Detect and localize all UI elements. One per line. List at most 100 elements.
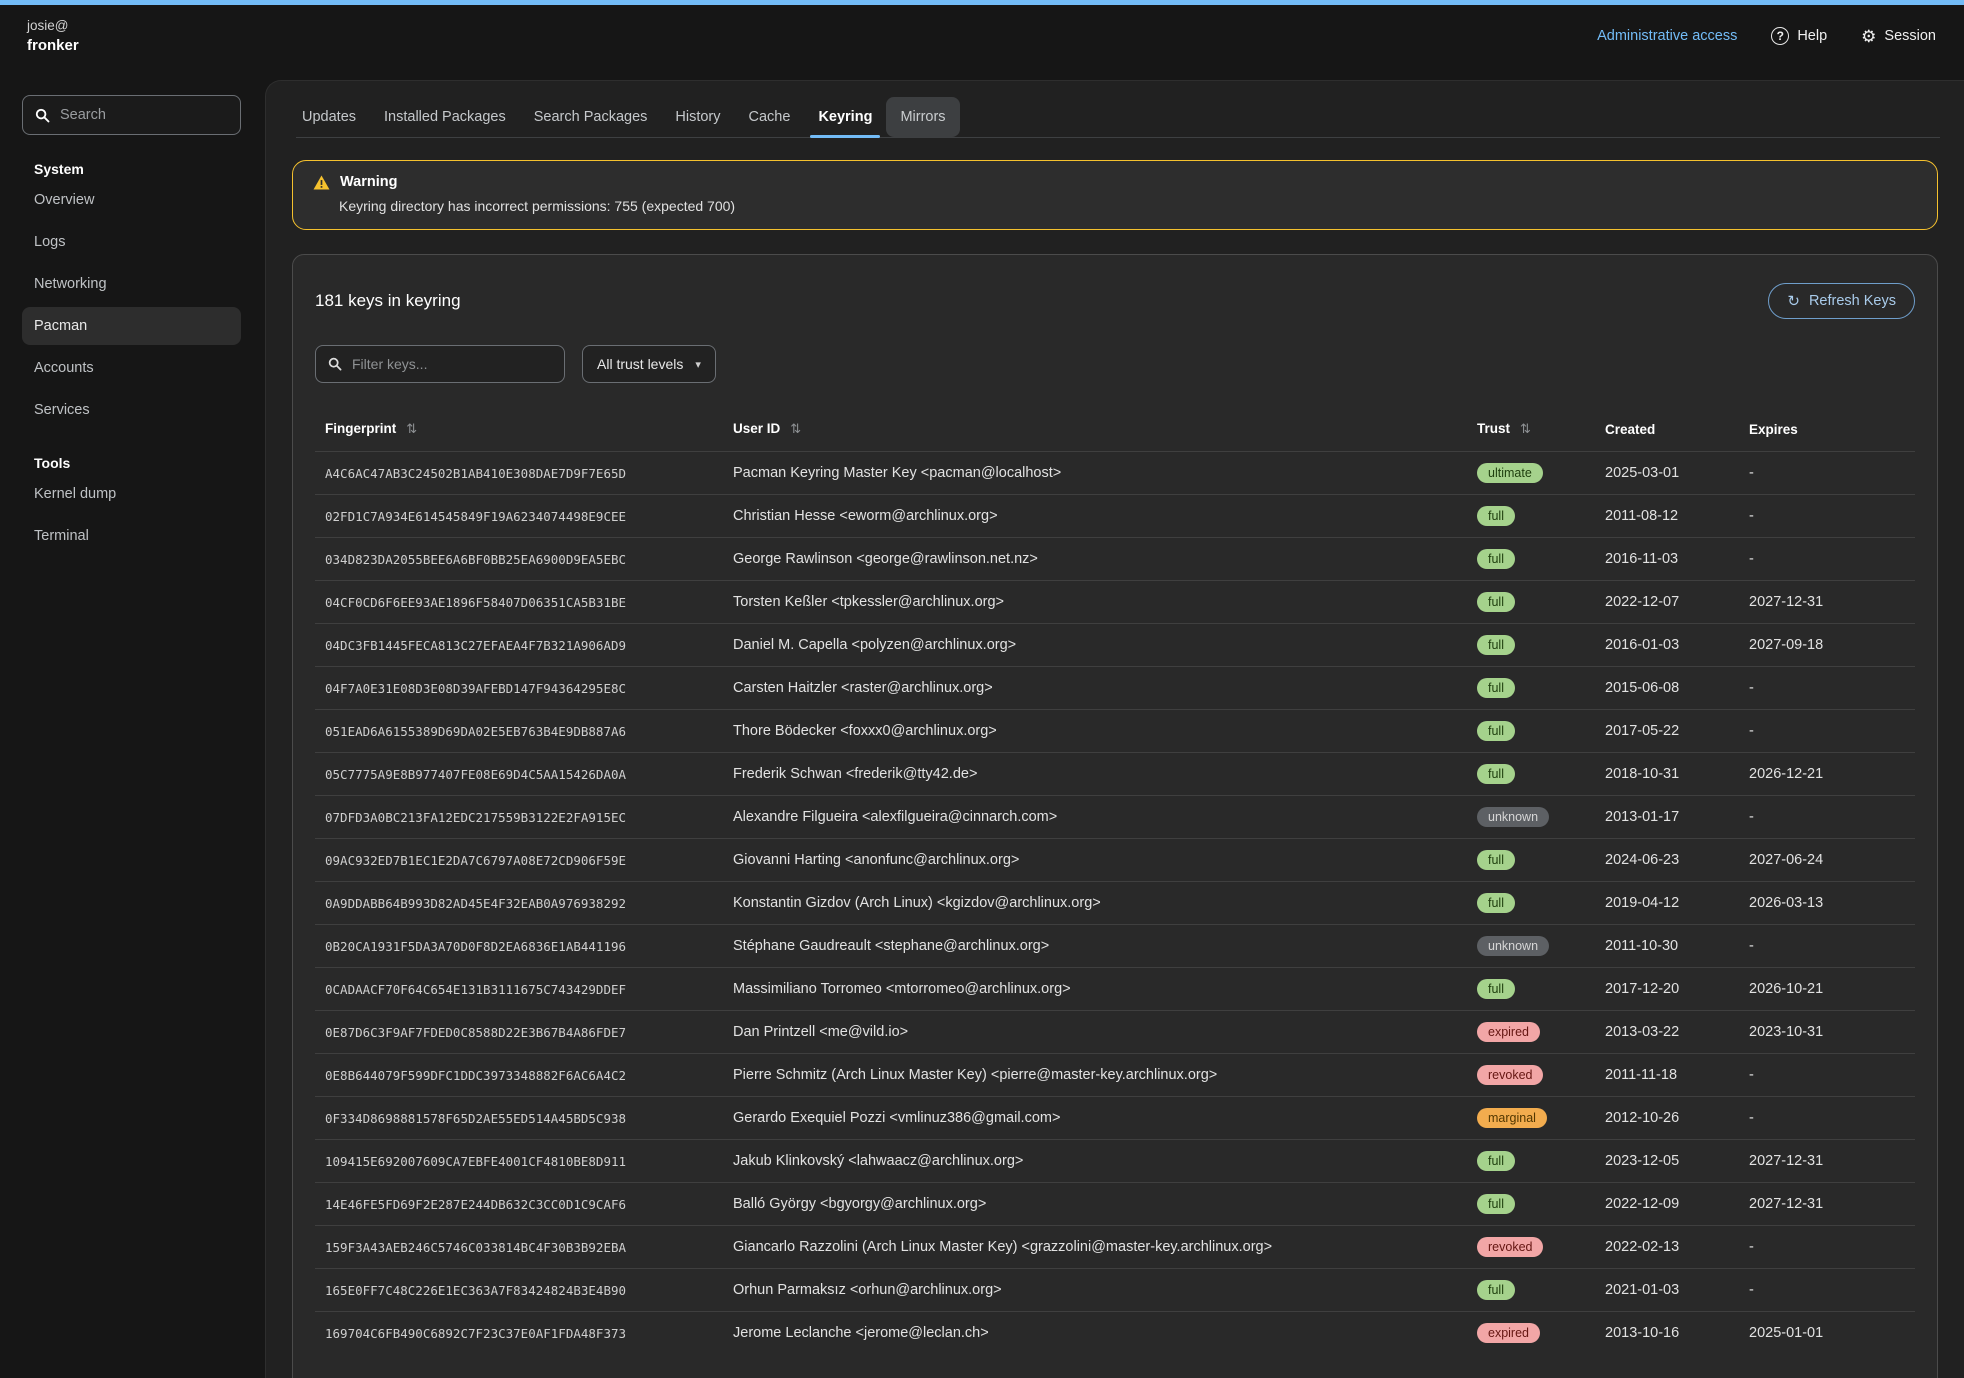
sidebar-item-accounts[interactable]: Accounts: [22, 349, 241, 387]
warning-title: Warning: [340, 174, 397, 190]
key-created: 2013-10-16: [1595, 1312, 1739, 1355]
key-created: 2019-04-12: [1595, 882, 1739, 925]
column-header-user-id[interactable]: User ID⇅: [723, 407, 1467, 452]
trust-badge: expired: [1477, 1022, 1540, 1042]
refresh-icon: ↻: [1787, 294, 1800, 309]
key-fingerprint: 14E46FE5FD69F2E287E244DB632C3CC0D1C9CAF6: [315, 1183, 723, 1226]
sidebar-item-terminal[interactable]: Terminal: [22, 517, 241, 555]
table-row: 04DC3FB1445FECA813C27EFAEA4F7B321A906AD9…: [315, 624, 1915, 667]
table-row: 0A9DDABB64B993D82AD45E4F32EAB0A976938292…: [315, 882, 1915, 925]
sidebar: Search SystemOverviewLogsNetworkingPacma…: [0, 67, 265, 1378]
tab-installed-packages[interactable]: Installed Packages: [370, 97, 520, 137]
logged-in-user: josie@: [27, 16, 79, 36]
trust-level-select[interactable]: All trust levels ▾: [582, 345, 716, 383]
key-trust: full: [1467, 839, 1595, 882]
filter-search-icon: [328, 357, 342, 371]
sidebar-item-networking[interactable]: Networking: [22, 265, 241, 303]
key-user-id: Jakub Klinkovský <lahwaacz@archlinux.org…: [723, 1140, 1467, 1183]
key-user-id: Gerardo Exequiel Pozzi <vmlinuz386@gmail…: [723, 1097, 1467, 1140]
sidebar-item-overview[interactable]: Overview: [22, 181, 241, 219]
key-expires: 2027-12-31: [1739, 1183, 1915, 1226]
key-expires: -: [1739, 452, 1915, 495]
sidebar-item-pacman[interactable]: Pacman: [22, 307, 241, 345]
key-created: 2021-01-03: [1595, 1269, 1739, 1312]
column-header-trust[interactable]: Trust⇅: [1467, 407, 1595, 452]
warning-triangle-icon: [313, 175, 330, 190]
filter-keys-input[interactable]: Filter keys...: [315, 345, 565, 383]
key-trust: ultimate: [1467, 452, 1595, 495]
key-created: 2023-12-05: [1595, 1140, 1739, 1183]
tab-updates[interactable]: Updates: [288, 97, 370, 137]
key-expires: 2026-03-13: [1739, 882, 1915, 925]
sidebar-item-services[interactable]: Services: [22, 391, 241, 429]
column-header-fingerprint[interactable]: Fingerprint⇅: [315, 407, 723, 452]
key-user-id: Balló György <bgyorgy@archlinux.org>: [723, 1183, 1467, 1226]
sidebar-item-kernel-dump[interactable]: Kernel dump: [22, 475, 241, 513]
trust-badge: unknown: [1477, 936, 1549, 956]
sort-icon[interactable]: ⇅: [1520, 421, 1531, 436]
search-icon: [35, 108, 50, 123]
key-fingerprint: 0E8B644079F599DFC1DDC3973348882F6AC6A4C2: [315, 1054, 723, 1097]
refresh-keys-button[interactable]: ↻ Refresh Keys: [1768, 283, 1915, 319]
sidebar-nav: SystemOverviewLogsNetworkingPacmanAccoun…: [0, 161, 265, 555]
trust-badge: full: [1477, 506, 1515, 526]
tab-mirrors[interactable]: Mirrors: [886, 97, 959, 137]
keyring-card: 181 keys in keyring ↻ Refresh Keys Filte…: [292, 254, 1938, 1378]
keyring-count-heading: 181 keys in keyring: [315, 291, 461, 311]
key-user-id: Frederik Schwan <frederik@tty42.de>: [723, 753, 1467, 796]
key-user-id: Pierre Schmitz (Arch Linux Master Key) <…: [723, 1054, 1467, 1097]
key-expires: -: [1739, 925, 1915, 968]
tab-search-packages[interactable]: Search Packages: [520, 97, 662, 137]
key-trust: revoked: [1467, 1226, 1595, 1269]
tab-divider: [296, 137, 1940, 138]
key-trust: full: [1467, 1140, 1595, 1183]
session-menu[interactable]: ⚙ Session: [1861, 28, 1936, 45]
key-expires: -: [1739, 796, 1915, 839]
key-expires: -: [1739, 710, 1915, 753]
key-created: 2018-10-31: [1595, 753, 1739, 796]
table-row: 14E46FE5FD69F2E287E244DB632C3CC0D1C9CAF6…: [315, 1183, 1915, 1226]
trust-badge: full: [1477, 893, 1515, 913]
tab-keyring[interactable]: Keyring: [804, 97, 886, 137]
keys-table-header-row: Fingerprint⇅User ID⇅Trust⇅CreatedExpires: [315, 407, 1915, 452]
masthead: josie@ fronker Administrative access ? H…: [0, 5, 1964, 67]
key-created: 2011-08-12: [1595, 495, 1739, 538]
administrative-access-link[interactable]: Administrative access: [1597, 28, 1737, 44]
key-trust: full: [1467, 667, 1595, 710]
table-row: 07DFD3A0BC213FA12EDC217559B3122E2FA915EC…: [315, 796, 1915, 839]
help-menu[interactable]: ? Help: [1771, 27, 1827, 45]
key-fingerprint: 04F7A0E31E08D3E08D39AFEBD147F94364295E8C: [315, 667, 723, 710]
key-fingerprint: 0E87D6C3F9AF7FDED0C8588D22E3B67B4A86FDE7: [315, 1011, 723, 1054]
key-fingerprint: 07DFD3A0BC213FA12EDC217559B3122E2FA915EC: [315, 796, 723, 839]
key-fingerprint: 165E0FF7C48C226E1EC363A7F83424824B3E4B90: [315, 1269, 723, 1312]
trust-badge: unknown: [1477, 807, 1549, 827]
key-user-id: Pacman Keyring Master Key <pacman@localh…: [723, 452, 1467, 495]
sidebar-item-logs[interactable]: Logs: [22, 223, 241, 261]
key-expires: 2025-01-01: [1739, 1312, 1915, 1355]
sort-icon[interactable]: ⇅: [790, 421, 801, 436]
key-fingerprint: A4C6AC47AB3C24502B1AB410E308DAE7D9F7E65D: [315, 452, 723, 495]
gear-icon: ⚙: [1861, 28, 1876, 45]
key-user-id: Christian Hesse <eworm@archlinux.org>: [723, 495, 1467, 538]
key-trust: full: [1467, 538, 1595, 581]
tab-cache[interactable]: Cache: [735, 97, 805, 137]
key-trust: revoked: [1467, 1054, 1595, 1097]
key-trust: full: [1467, 624, 1595, 667]
tab-bar: UpdatesInstalled PackagesSearch Packages…: [266, 81, 1964, 137]
key-trust: full: [1467, 1183, 1595, 1226]
sidebar-search-input[interactable]: Search: [22, 95, 241, 135]
warning-message: Keyring directory has incorrect permissi…: [339, 198, 1917, 214]
sidebar-search-placeholder: Search: [60, 107, 106, 123]
key-fingerprint: 159F3A43AEB246C5746C033814BC4F30B3B92EBA: [315, 1226, 723, 1269]
tab-history[interactable]: History: [661, 97, 734, 137]
trust-badge: full: [1477, 1280, 1515, 1300]
warning-alert: Warning Keyring directory has incorrect …: [292, 160, 1938, 230]
sort-icon[interactable]: ⇅: [406, 421, 417, 436]
trust-badge: full: [1477, 635, 1515, 655]
trust-level-value: All trust levels: [597, 356, 683, 372]
table-row: 0B20CA1931F5DA3A70D0F8D2EA6836E1AB441196…: [315, 925, 1915, 968]
key-trust: full: [1467, 495, 1595, 538]
content-panel: UpdatesInstalled PackagesSearch Packages…: [265, 80, 1964, 1378]
key-expires: -: [1739, 1269, 1915, 1312]
table-row: 0CADAACF70F64C654E131B3111675C743429DDEF…: [315, 968, 1915, 1011]
